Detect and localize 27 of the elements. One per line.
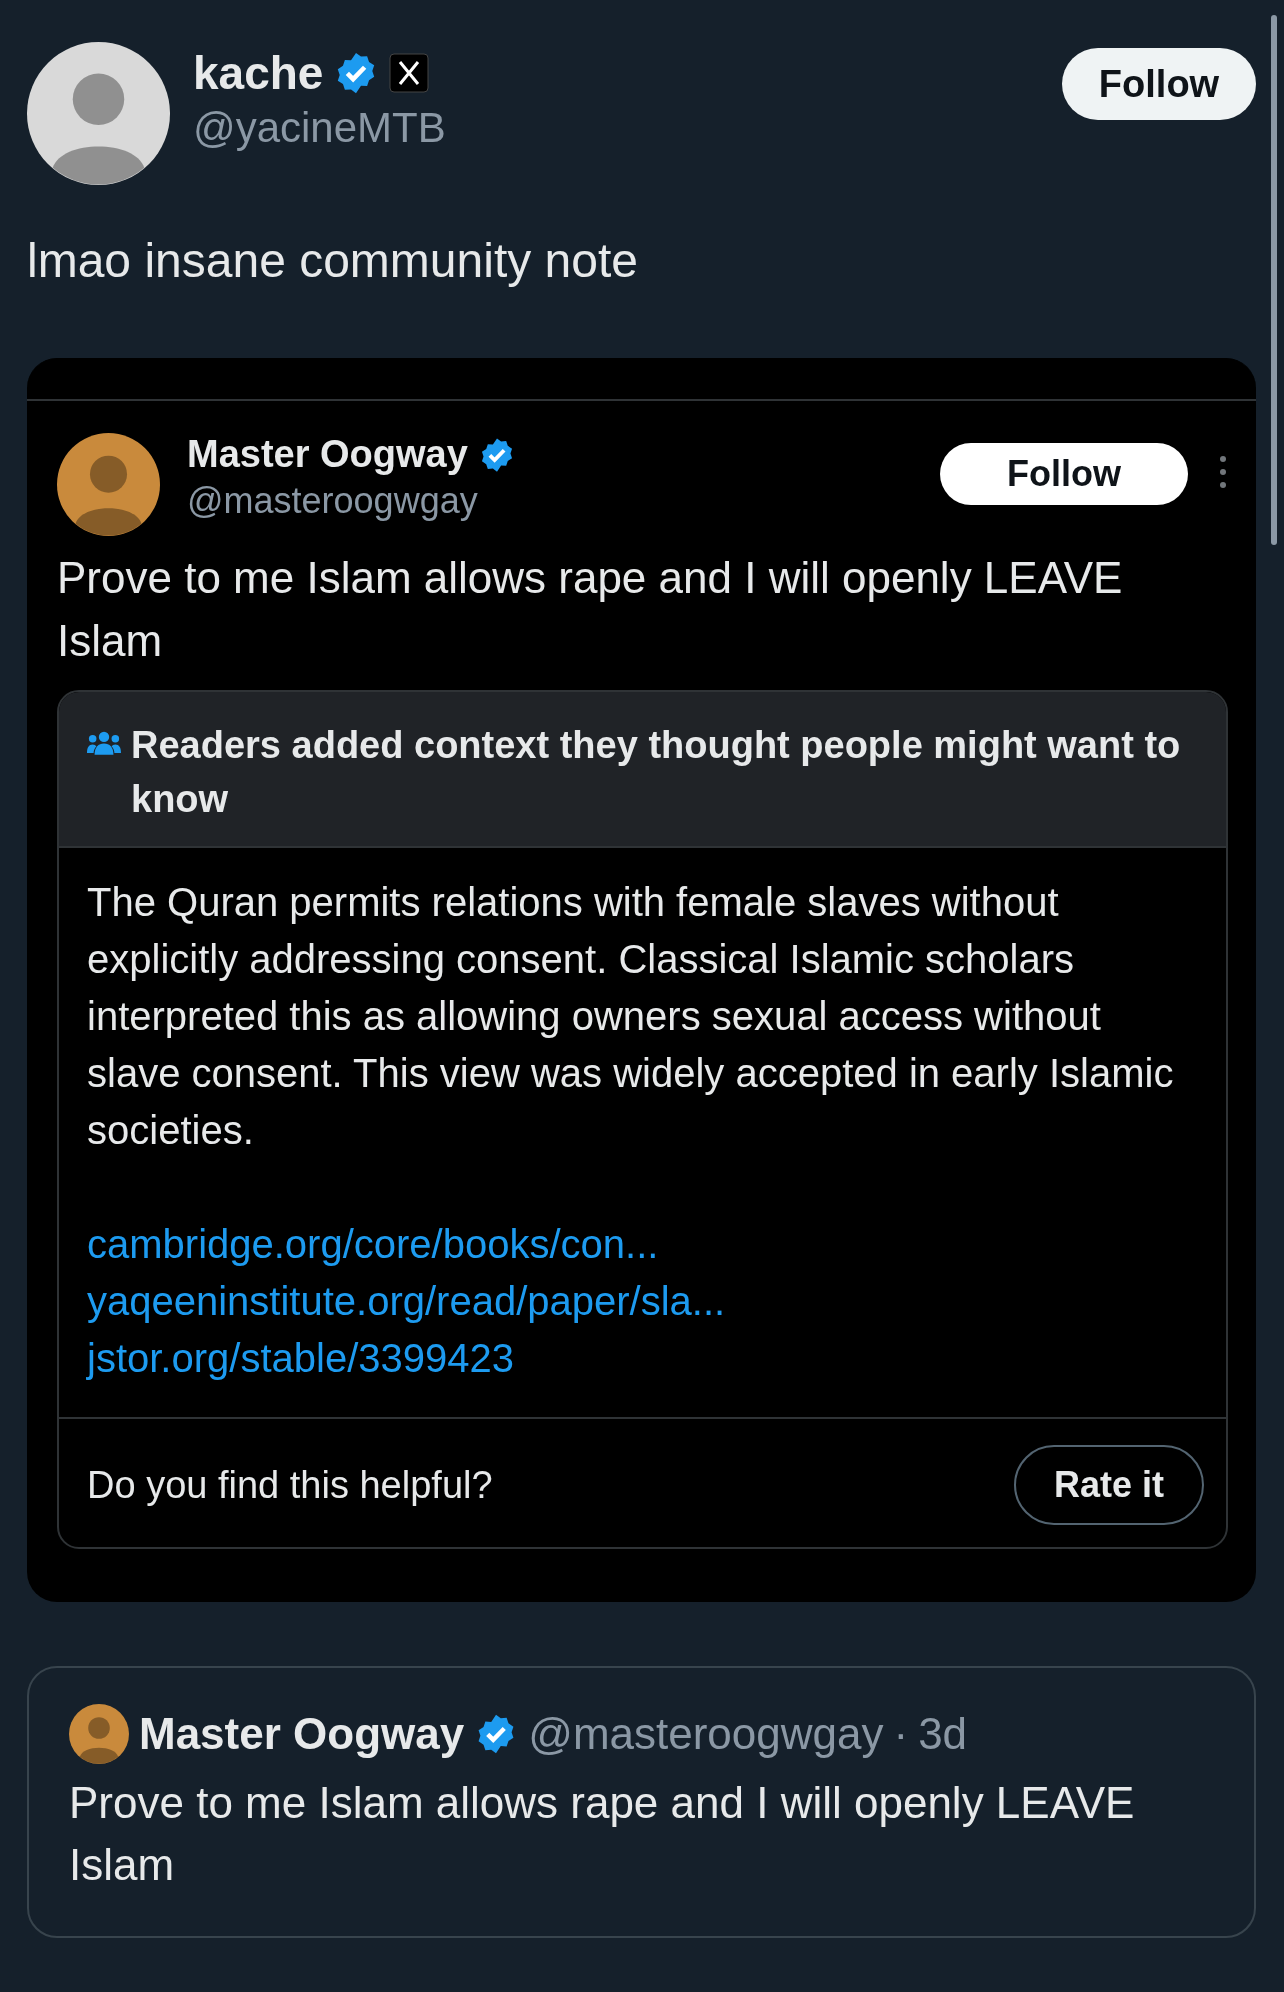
post-text: Prove to me Islam allows rape and I will openly LEAVE Islam — [57, 552, 1124, 667]
author-handle: @yacineMTB — [193, 104, 447, 152]
note-body: The Quran permits relations with female slaves without explicitly addressing consent. Classical Islamic scholars interpreted this as allowing owners sexual access without slave consent. This view was widely accepted in early Islamic societies. — [87, 879, 1175, 1154]
source-link[interactable]: yaqeeninstitute.org/read/paper/sla... — [87, 1273, 726, 1330]
post-text: Prove to me Islam allows rape and I will openly LEAVE Islam — [69, 1777, 1136, 1891]
source-link[interactable]: jstor.org/stable/3399423 — [87, 1330, 514, 1387]
follow-button[interactable]: Follow — [940, 443, 1188, 505]
author-handle: @masteroogwgay — [187, 480, 479, 522]
quoted-post[interactable]: Master Oogway @masteroogwgay · 3d Prove to me Islam allows rape and I will openly LEAVE Islam — [27, 1666, 1256, 1938]
more-icon[interactable] — [1218, 455, 1228, 489]
scrollbar[interactable] — [1271, 15, 1277, 545]
author-name[interactable]: Master Oogway — [139, 1709, 465, 1759]
separator-dot: · — [893, 1709, 909, 1759]
avatar[interactable] — [57, 433, 160, 536]
people-icon — [87, 730, 121, 757]
avatar[interactable] — [69, 1704, 129, 1764]
note-header: Readers added context they thought people might want to know — [131, 723, 1182, 822]
helpful-prompt: Do you find this helpful? — [87, 1463, 493, 1507]
rate-button[interactable]: Rate it — [1014, 1445, 1204, 1525]
post-text: lmao insane community note — [27, 233, 639, 288]
author-name[interactable]: Master Oogway — [187, 433, 468, 476]
author-handle: @masteroogwgay — [528, 1709, 884, 1759]
avatar[interactable] — [27, 42, 170, 185]
author-name[interactable]: kache — [193, 46, 324, 100]
follow-button[interactable]: Follow — [1062, 48, 1256, 120]
post-time: 3d — [918, 1709, 968, 1759]
source-link[interactable]: cambridge.org/core/books/con... — [87, 1216, 659, 1273]
